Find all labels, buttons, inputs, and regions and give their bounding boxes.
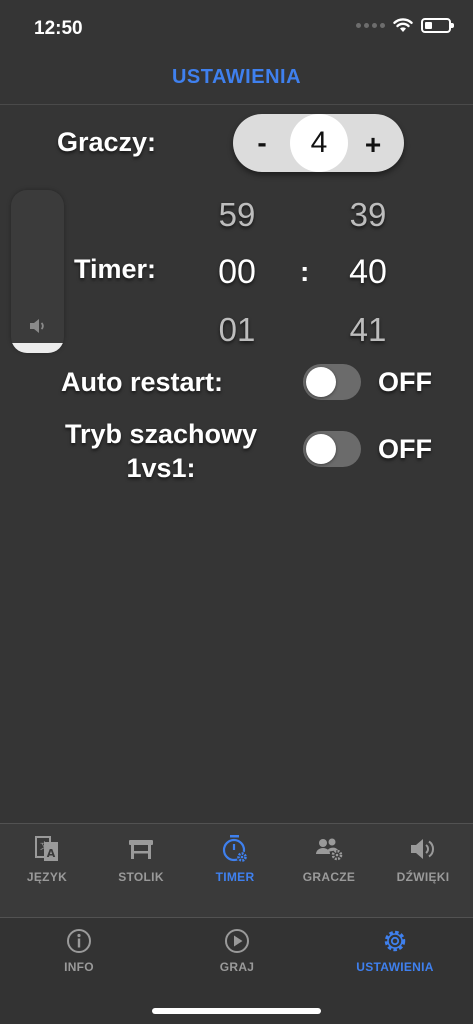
auto-restart-toggle[interactable] [303,364,361,400]
speaker-icon [411,839,435,859]
tab-info[interactable]: INFO [0,918,158,998]
language-icon: A 文 [35,836,58,861]
battery-icon [421,18,454,33]
minutes-prev[interactable]: 59 [202,196,272,234]
wifi-icon [393,18,413,32]
seconds-next[interactable]: 41 [333,311,403,349]
subtab-sounds[interactable]: DŹWIĘKI [376,824,470,917]
toggle-knob [306,434,336,464]
volume-slider[interactable] [11,190,64,353]
subtab-label: STOLIK [118,870,164,884]
tab-play[interactable]: GRAJ [158,918,316,998]
svg-text:文: 文 [40,840,49,852]
subtab-language[interactable]: A 文 JĘZYK [0,824,94,917]
tab-settings[interactable]: USTAWIENIA [316,918,473,998]
seconds-current[interactable]: 40 [333,253,403,292]
players-decrement-button[interactable]: - [247,128,277,158]
settings-subtab-bar: A 文 JĘZYK STOLIK TIMER GRACZE DŹWIĘKI [0,823,473,918]
auto-restart-label: Auto restart: [61,367,224,397]
seconds-prev[interactable]: 39 [333,196,403,234]
players-stepper[interactable]: - 4 + [233,114,404,172]
players-gear-icon [316,838,343,861]
volume-level-fill [11,343,64,353]
status-icons [356,18,454,33]
home-indicator[interactable] [152,1008,321,1014]
timer-label: Timer: [74,254,157,284]
chess-mode-label-line2: 1vs1: [126,453,196,483]
page-title: USTAWIENIA [171,66,302,88]
play-icon [225,929,249,953]
table-icon [129,840,153,859]
status-bar: 12:50 [0,0,473,56]
chess-mode-label-line1: Tryb szachowy [64,419,258,449]
settings-gear-icon [384,930,406,952]
players-label: Graczy: [57,127,157,157]
toggle-knob [306,367,336,397]
cellular-signal-icon [356,23,385,28]
settings-screen: 12:50 USTAWIENIA Graczy: - 4 + Timer: 59… [0,0,473,1024]
tab-label: INFO [64,960,94,974]
players-count: 4 [290,114,348,172]
chess-mode-status: OFF [378,434,432,464]
subtab-label: DŹWIĘKI [396,870,450,884]
info-icon [67,929,91,953]
timer-gear-icon [222,835,248,863]
players-increment-button[interactable]: + [358,130,388,160]
auto-restart-status: OFF [378,367,432,397]
tab-label: USTAWIENIA [356,960,434,974]
status-time: 12:50 [34,18,83,39]
subtab-timer[interactable]: TIMER [188,824,282,917]
subtab-label: GRACZE [302,870,356,884]
timer-separator: : [300,256,310,287]
subtab-label: JĘZYK [26,870,68,884]
subtab-players[interactable]: GRACZE [282,824,376,917]
header-divider [0,104,473,105]
minutes-next[interactable]: 01 [202,311,272,349]
chess-mode-label: Tryb szachowy 1vs1: [43,417,279,485]
subtab-table[interactable]: STOLIK [94,824,188,917]
subtab-label: TIMER [215,870,255,884]
minutes-current[interactable]: 00 [202,253,272,292]
chess-mode-toggle[interactable] [303,431,361,467]
volume-speaker-icon [30,319,44,333]
tab-label: GRAJ [219,960,255,974]
